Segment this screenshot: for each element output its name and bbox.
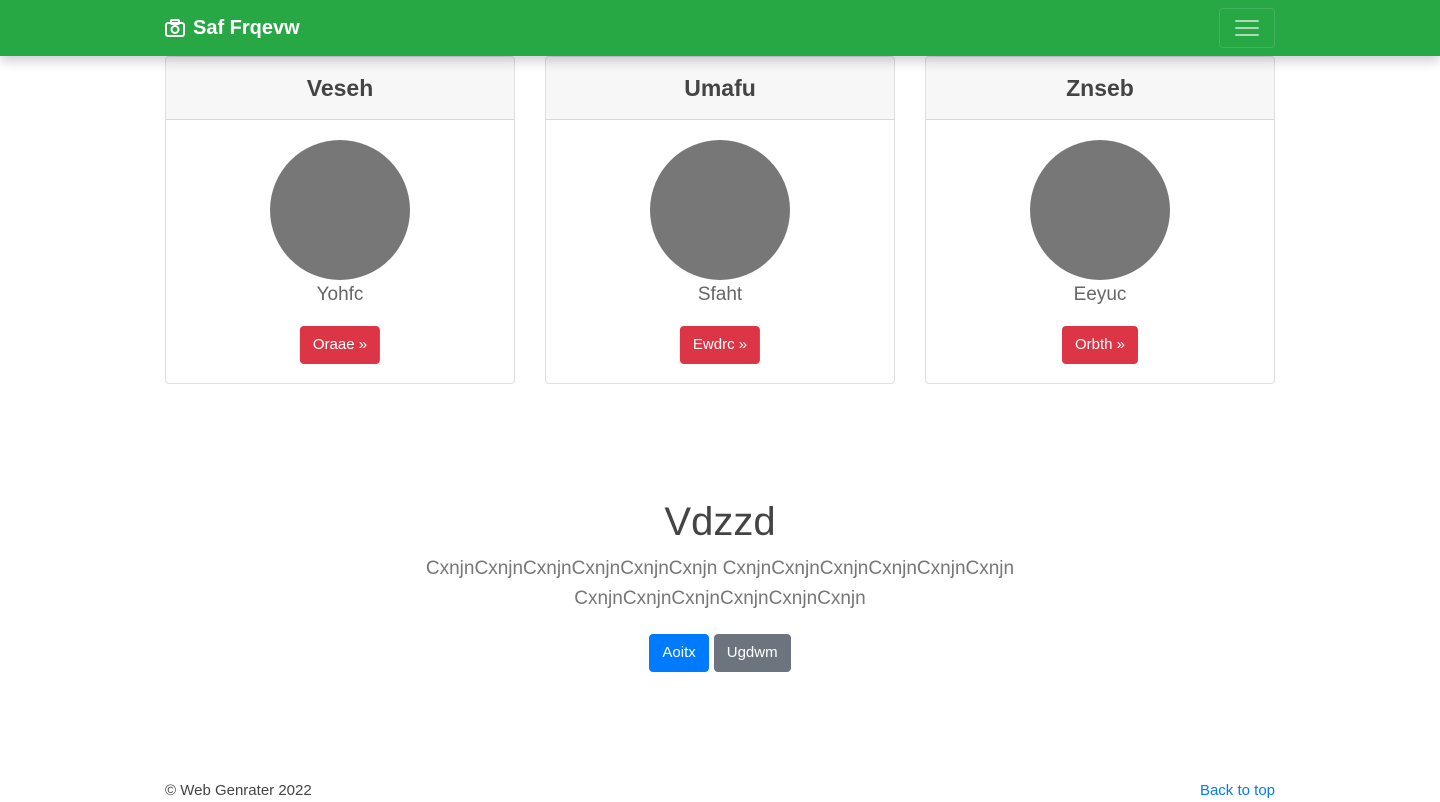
card-button[interactable]: Orbth » bbox=[1061, 326, 1139, 364]
navbar-toggler-button[interactable] bbox=[1219, 8, 1275, 48]
card-header: Veseh bbox=[166, 57, 514, 120]
card-znseb: Znseb Eeyuc Orbth » bbox=[925, 56, 1275, 384]
camera-icon bbox=[165, 19, 185, 37]
card-text: Eeyuc bbox=[1073, 284, 1127, 305]
card-text: Sfaht bbox=[697, 284, 743, 305]
footer: © Web Genrater 2022 Back to top bbox=[165, 780, 1275, 802]
navbar-brand[interactable]: Saf Frqevw bbox=[165, 16, 300, 40]
card-button[interactable]: Oraae » bbox=[299, 326, 381, 364]
jumbotron-buttons: Aoitx Ugdwm bbox=[0, 634, 1440, 672]
hamburger-menu-icon bbox=[1235, 19, 1259, 37]
primary-button[interactable]: Aoitx bbox=[649, 634, 709, 672]
navbar-brand-label: Saf Frqevw bbox=[193, 17, 300, 39]
card-header: Znseb bbox=[926, 57, 1274, 120]
jumbotron: Vdzzd CxnjnCxnjnCxnjnCxnjnCxnjnCxnjn Cxn… bbox=[0, 496, 1440, 672]
jumbotron-lead: CxnjnCxnjnCxnjnCxnjnCxnjnCxnjn CxnjnCxnj… bbox=[425, 558, 1015, 609]
card-button[interactable]: Ewdrc » bbox=[679, 326, 761, 364]
secondary-button[interactable]: Ugdwm bbox=[713, 634, 791, 672]
card-umafu: Umafu Sfaht Ewdrc » bbox=[545, 56, 895, 384]
card-text: Yohfc bbox=[316, 284, 364, 305]
avatar bbox=[1030, 140, 1170, 280]
jumbotron-title: Vdzzd bbox=[664, 500, 776, 544]
card-veseh: Veseh Yohfc Oraae » bbox=[165, 56, 515, 384]
avatar bbox=[650, 140, 790, 280]
back-to-top-link[interactable]: Back to top bbox=[1200, 780, 1275, 802]
card-body: Sfaht Ewdrc » bbox=[546, 120, 894, 383]
card-body: Eeyuc Orbth » bbox=[926, 120, 1274, 383]
card-header: Umafu bbox=[546, 57, 894, 120]
footer-copyright: © Web Genrater 2022 bbox=[165, 782, 312, 799]
card-body: Yohfc Oraae » bbox=[166, 120, 514, 383]
navbar: Saf Frqevw bbox=[0, 0, 1440, 56]
avatar bbox=[270, 140, 410, 280]
